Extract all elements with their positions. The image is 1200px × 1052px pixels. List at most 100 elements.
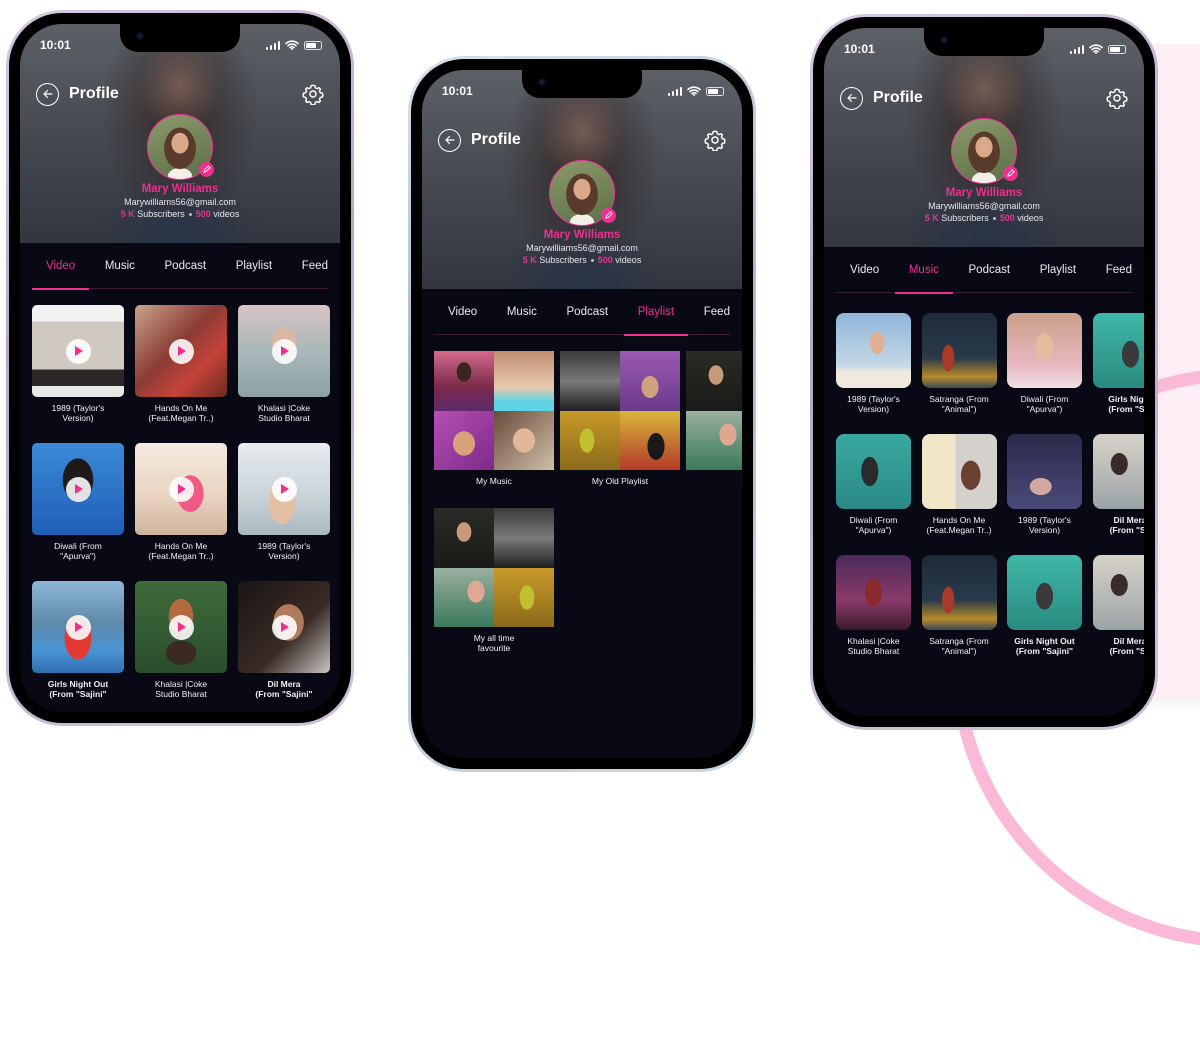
tab-music[interactable]: Music [105, 243, 135, 289]
video-title: 1989 (Taylor's Version) [257, 541, 311, 561]
pencil-icon [203, 165, 211, 173]
separator-dot [188, 213, 192, 217]
song-item[interactable]: Dil Mera (From "Sa [1092, 555, 1144, 676]
video-thumbnail [135, 443, 227, 535]
album-art [921, 434, 997, 509]
playlist-item[interactable]: My Music [434, 351, 554, 486]
top-bar: Profile [36, 81, 324, 107]
pencil-icon [605, 211, 613, 219]
play-icon[interactable] [65, 476, 91, 502]
song-item[interactable]: Girls Night Out (From "Sajini" [1007, 555, 1082, 676]
song-item[interactable]: Khalasi |Coke Studio Bharat [836, 555, 911, 676]
tab-video[interactable]: Video [850, 247, 879, 293]
video-item[interactable]: Khalasi |Coke Studio Bharat [238, 305, 330, 443]
gear-icon[interactable] [1106, 87, 1128, 109]
video-item[interactable]: Hands On Me (Feat.Megan Tr..) [135, 443, 227, 581]
playlist-grid: My Music My Old Playlist La [434, 351, 742, 653]
video-item[interactable]: 1989 (Taylor's Version) [238, 443, 330, 581]
play-icon[interactable] [168, 476, 194, 502]
avatar[interactable] [951, 118, 1018, 184]
gear-icon[interactable] [302, 83, 324, 105]
video-item[interactable]: Dil Mera (From "Sajini" [238, 581, 330, 712]
videos-label: videos [615, 255, 642, 265]
tab-feed[interactable]: Feed [1106, 247, 1132, 293]
profile-name: Mary Williams [141, 183, 219, 195]
wifi-icon [1089, 44, 1103, 54]
wifi-icon [285, 40, 299, 50]
avatar[interactable] [147, 114, 214, 180]
play-icon[interactable] [168, 614, 194, 640]
tab-feed[interactable]: Feed [704, 289, 730, 335]
edit-avatar-button[interactable] [199, 162, 214, 177]
video-item[interactable]: Khalasi |Coke Studio Bharat [135, 581, 227, 712]
tab-music[interactable]: Music [894, 247, 953, 294]
tab-playlist[interactable]: Playlist [623, 289, 689, 336]
video-item[interactable]: Hands On Me (Feat.Megan Tr..) [135, 305, 227, 443]
tab-playlist[interactable]: Playlist [1040, 247, 1076, 293]
tab-feed[interactable]: Feed [302, 243, 328, 289]
video-item[interactable]: Diwali (From "Apurva") [32, 443, 124, 581]
play-icon[interactable] [65, 338, 91, 364]
song-title: Dil Mera (From "Sa [1109, 515, 1144, 535]
song-item[interactable]: Girls Night (From "Saj [1092, 313, 1144, 434]
edit-avatar-button[interactable] [1003, 166, 1018, 181]
status-time: 10:01 [40, 38, 71, 52]
phone-bezel: 10:01 Profile Mary Williams Marywilliams… [9, 13, 351, 723]
tab-podcast[interactable]: Podcast [969, 247, 1011, 293]
album-art [1007, 434, 1082, 509]
back-arrow-icon[interactable] [36, 82, 59, 106]
playlist-title: My all time favourite [473, 633, 515, 653]
play-icon[interactable] [168, 338, 194, 364]
play-icon[interactable] [271, 614, 297, 640]
playlist-collage [560, 351, 680, 470]
playlist-item[interactable]: My all time favourite [434, 508, 554, 653]
profile-stats: 5 K Subscribers 500 videos [824, 213, 1144, 223]
videos-label: videos [213, 209, 240, 219]
song-item[interactable]: Satranga (From "Animal") [921, 555, 997, 676]
song-item[interactable]: Diwali (From "Apurva") [836, 434, 911, 555]
playlist-collage [434, 351, 554, 470]
play-icon[interactable] [271, 476, 297, 502]
song-item[interactable]: 1989 (Taylor's Version) [1007, 434, 1082, 555]
status-bar: 10:01 [442, 83, 724, 99]
tab-music[interactable]: Music [507, 289, 537, 335]
play-icon[interactable] [65, 614, 91, 640]
signal-icon [667, 86, 682, 96]
video-item[interactable]: 1989 (Taylor's Version) [32, 305, 124, 443]
song-title: Khalasi |Coke Studio Bharat [847, 636, 900, 656]
video-thumbnail [32, 581, 124, 673]
playlist-item[interactable]: My Old Playlist [560, 351, 680, 486]
play-icon[interactable] [271, 338, 297, 364]
edit-avatar-button[interactable] [601, 208, 616, 223]
tab-podcast[interactable]: Podcast [165, 243, 207, 289]
phone-video-screen: 10:01 Profile Mary Williams Marywilliams… [6, 10, 354, 726]
phone-music-screen: 10:01 Profile Mary Williams Marywilliams… [810, 14, 1158, 730]
song-title: Satranga (From "Animal") [929, 394, 989, 414]
profile-email: Marywilliams56@gmail.com [928, 201, 1040, 211]
video-item[interactable]: Girls Night Out (From "Sajini" [32, 581, 124, 712]
battery-icon [304, 40, 322, 50]
videos-count: 500 [195, 209, 211, 219]
playlist-item[interactable]: La [686, 351, 742, 486]
tab-podcast[interactable]: Podcast [567, 289, 609, 335]
page-title: Profile [873, 89, 923, 106]
tab-video[interactable]: Video [31, 243, 90, 290]
back-arrow-icon[interactable] [840, 86, 863, 110]
phone-bezel: 10:01 Profile Mary Williams Marywilliams… [411, 59, 753, 769]
album-art [1092, 434, 1144, 509]
back-arrow-icon[interactable] [438, 128, 461, 152]
profile-info: Mary Williams Marywilliams56@gmail.com 5… [20, 114, 340, 219]
song-item[interactable]: Diwali (From "Apurva") [1007, 313, 1082, 434]
tab-video[interactable]: Video [448, 289, 477, 335]
song-item[interactable]: 1989 (Taylor's Version) [836, 313, 911, 434]
playlist-title: La [686, 476, 742, 486]
gear-icon[interactable] [704, 129, 726, 151]
signal-icon [265, 40, 280, 50]
tab-playlist[interactable]: Playlist [236, 243, 272, 289]
song-item[interactable]: Satranga (From "Animal") [921, 313, 997, 434]
avatar[interactable] [549, 160, 616, 226]
song-item[interactable]: Dil Mera (From "Sa [1092, 434, 1144, 555]
song-item[interactable]: Hands On Me (Feat.Megan Tr..) [921, 434, 997, 555]
video-title: Khalasi |Coke Studio Bharat [257, 403, 311, 423]
subscribers-count: 5 K [522, 255, 537, 265]
